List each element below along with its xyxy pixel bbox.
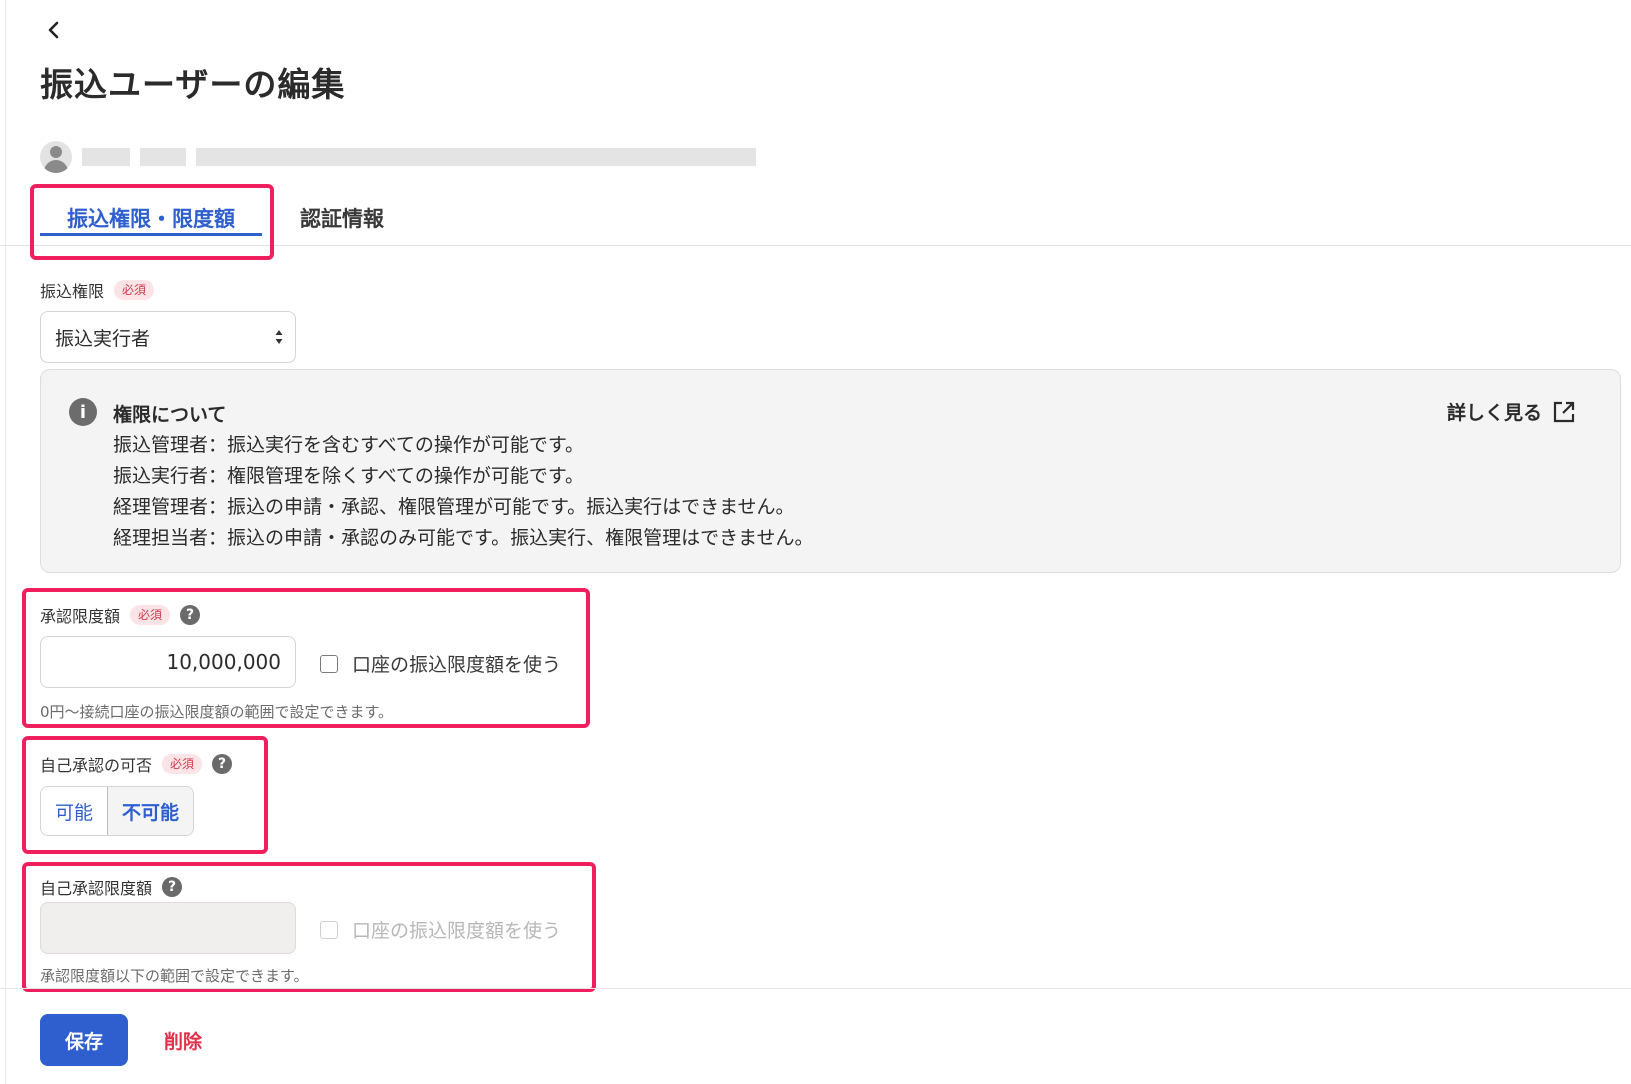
redacted-name: [82, 148, 130, 166]
delete-button[interactable]: 削除: [164, 1014, 202, 1066]
permission-label-text: 振込権限: [40, 282, 105, 301]
self-approval-limit-hint: 承認限度額以下の範囲で設定できます。: [40, 967, 309, 985]
info-icon: i: [69, 398, 97, 426]
checkbox-label: 口座の振込限度額を使う: [352, 654, 562, 676]
external-link-icon: [1553, 401, 1575, 422]
self-approval-label-text: 自己承認の可否: [40, 756, 153, 775]
save-button[interactable]: 保存: [40, 1014, 128, 1066]
user-row: [40, 140, 756, 174]
approval-limit-input[interactable]: 10,000,000: [40, 636, 296, 688]
learn-more-label: 詳しく見る: [1446, 402, 1542, 424]
approval-limit-label-text: 承認限度額: [40, 607, 121, 626]
self-approval-limit-label: 自己承認限度額 ?: [40, 875, 183, 899]
info-line: 振込実行者：権限管理を除くすべての操作が可能です。: [113, 465, 585, 487]
use-account-limit-checkbox[interactable]: 口座の振込限度額を使う: [320, 650, 561, 677]
footer-divider: [0, 988, 1631, 989]
self-approval-toggle: 可能 不可能: [40, 786, 194, 836]
user-avatar-icon: [40, 141, 72, 173]
checkbox-label: 口座の振込限度額を使う: [352, 920, 562, 942]
required-badge: 必須: [162, 754, 203, 774]
select-arrows-icon: [275, 330, 283, 344]
permission-select[interactable]: 振込実行者: [40, 311, 296, 363]
help-icon[interactable]: ?: [180, 605, 201, 625]
info-lines: 振込管理者：振込実行を含むすべての操作が可能です。 振込実行者：権限管理を除くす…: [113, 430, 814, 554]
page-title: 振込ユーザーの編集: [40, 65, 346, 104]
info-line: 経理管理者：振込の申請・承認、権限管理が可能です。振込実行はできません。: [113, 496, 795, 518]
help-icon[interactable]: ?: [212, 754, 233, 774]
required-badge: 必須: [130, 605, 171, 625]
permission-label: 振込権限 必須: [40, 278, 155, 302]
redacted-name: [140, 148, 186, 166]
info-line: 経理担当者：振込の申請・承認のみ可能です。振込実行、権限管理はできません。: [113, 527, 814, 549]
checkbox-box[interactable]: [320, 654, 338, 673]
self-approval-option-not-allowed[interactable]: 不可能: [107, 787, 193, 835]
tab-bar: 振込権限・限度額 認証情報: [0, 190, 1631, 246]
permission-select-value: 振込実行者: [55, 327, 151, 350]
chevron-left-icon: [48, 21, 59, 39]
self-use-account-limit-checkbox[interactable]: 口座の振込限度額を使う: [320, 916, 561, 943]
tab-permission-limit[interactable]: 振込権限・限度額: [40, 190, 262, 246]
left-border: [5, 0, 6, 1084]
back-button[interactable]: [40, 14, 68, 46]
info-line: 振込管理者：振込実行を含むすべての操作が可能です。: [113, 434, 585, 456]
redacted-email: [196, 148, 756, 166]
permission-info-box: i 権限について 振込管理者：振込実行を含むすべての操作が可能です。 振込実行者…: [40, 369, 1621, 573]
self-approval-limit-input[interactable]: [40, 902, 296, 954]
required-badge: 必須: [114, 280, 155, 300]
self-approval-option-allowed[interactable]: 可能: [41, 787, 107, 835]
learn-more-link[interactable]: 詳しく見る: [1447, 398, 1576, 425]
self-approval-limit-label-text: 自己承認限度額: [40, 879, 153, 898]
approval-limit-value: 10,000,000: [166, 650, 281, 674]
help-icon[interactable]: ?: [162, 877, 183, 897]
approval-limit-hint: 0円〜接続口座の振込限度額の範囲で設定できます。: [40, 703, 394, 721]
checkbox-box[interactable]: [320, 920, 338, 939]
info-title: 権限について: [113, 404, 227, 426]
approval-limit-label: 承認限度額 必須 ?: [40, 603, 201, 627]
tab-auth-info[interactable]: 認証情報: [300, 190, 384, 246]
self-approval-label: 自己承認の可否 必須 ?: [40, 752, 233, 776]
